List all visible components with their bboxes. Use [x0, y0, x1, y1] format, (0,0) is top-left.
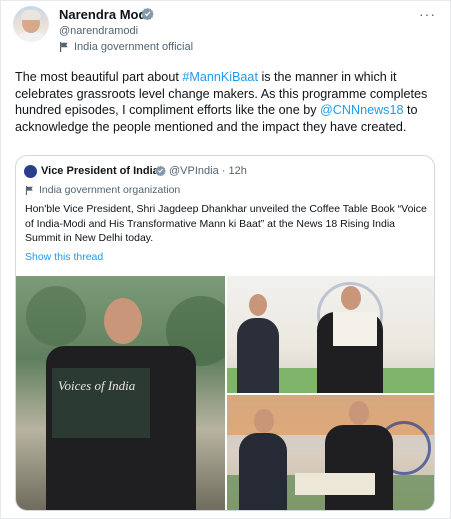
quoted-label: India government organization — [39, 184, 181, 196]
quoted-tweet[interactable]: Vice President of India @VPIndia · 12h I… — [15, 155, 435, 511]
avatar-hair — [21, 10, 41, 20]
government-flag-icon — [25, 185, 33, 195]
photo-head — [249, 294, 267, 316]
book-title: Voices of India — [58, 378, 136, 393]
author-label-row: India government official — [59, 41, 193, 53]
author-name[interactable]: Narendra Modi — [59, 7, 150, 22]
government-flag-icon — [60, 42, 68, 52]
photo-book-unveiling-1[interactable] — [227, 276, 434, 393]
photo-person — [237, 318, 279, 393]
photo-head — [254, 409, 274, 433]
avatar-body — [16, 32, 46, 42]
quoted-text: Hon'ble Vice President, Shri Jagdeep Dha… — [25, 203, 427, 244]
photo-foliage — [26, 286, 86, 346]
verified-badge-icon — [141, 7, 154, 20]
photo-person — [239, 433, 287, 510]
photo-book-open — [333, 312, 377, 346]
photo-person — [325, 425, 393, 510]
photo-head — [349, 401, 369, 425]
quoted-name[interactable]: Vice President of India — [41, 165, 159, 177]
show-thread-link[interactable]: Show this thread — [25, 251, 103, 263]
hashtag-link[interactable]: #MannKiBaat — [182, 70, 258, 84]
tweet-text: The most beautiful part about #MannKiBaa… — [15, 69, 435, 135]
author-handle[interactable]: @narendramodi — [59, 25, 138, 37]
photo-book: Voices of India — [52, 368, 150, 438]
quoted-avatar[interactable] — [24, 165, 37, 178]
author-label: India government official — [74, 41, 194, 53]
tweet-text-part1: The most beautiful part about — [15, 70, 183, 84]
more-options-icon[interactable]: ··· — [419, 6, 436, 22]
photo-book-unveiling-2[interactable] — [227, 395, 434, 510]
photo-book-open — [295, 473, 375, 495]
quoted-label-row: India government organization — [25, 184, 180, 196]
photo-vp-holding-book[interactable]: Voices of India — [16, 276, 225, 510]
mention-link[interactable]: @CNNnews18 — [320, 103, 403, 117]
quoted-handle-time[interactable]: @VPIndia · 12h — [169, 165, 247, 177]
quoted-verified-badge-icon — [155, 165, 166, 176]
photo-head — [341, 286, 361, 310]
photo-head — [104, 298, 142, 344]
author-avatar[interactable] — [13, 6, 49, 42]
tweet-card: Narendra Modi @narendramodi India govern… — [0, 0, 451, 519]
